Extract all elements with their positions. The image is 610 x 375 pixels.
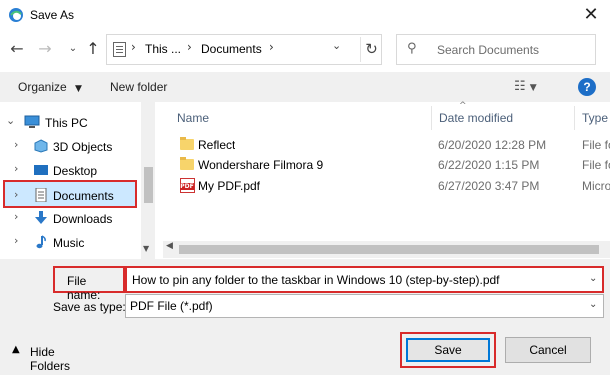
tree-item-desktop[interactable]: › Desktop xyxy=(0,158,155,182)
scroll-left-icon[interactable]: ◀ xyxy=(166,241,173,251)
tree-label: Music xyxy=(53,236,85,250)
back-arrow-icon[interactable]: ← xyxy=(6,36,28,62)
breadcrumb-chevron-icon[interactable]: › xyxy=(269,40,274,54)
title-bar: Save As ✕ xyxy=(0,0,610,32)
file-list: ^ Name Date modified Type Reflect 6/20/2… xyxy=(163,101,610,259)
view-options-icon[interactable]: ☷ ▼ xyxy=(514,79,537,94)
nav-pane-scroll-thumb[interactable] xyxy=(144,167,153,203)
file-name-value: How to pin any folder to the taskbar in … xyxy=(132,273,500,287)
command-bar: Organize ▼ New folder ☷ ▼ ? xyxy=(0,72,610,102)
window-title: Save As xyxy=(30,8,75,22)
scroll-down-icon[interactable]: ▼ xyxy=(143,244,149,253)
new-folder-button[interactable]: New folder xyxy=(110,80,167,94)
chevron-down-icon[interactable]: ⌄ xyxy=(6,114,15,127)
file-name: Reflect xyxy=(198,138,236,152)
chevron-right-icon[interactable]: › xyxy=(14,210,18,223)
file-date: 6/22/2020 1:15 PM xyxy=(438,158,540,172)
chevron-right-icon[interactable]: › xyxy=(14,138,18,151)
file-date: 6/27/2020 3:47 PM xyxy=(438,179,540,193)
folder-icon xyxy=(180,137,194,150)
organize-label: Organize xyxy=(18,80,67,94)
sort-ascending-icon: ^ xyxy=(459,101,467,111)
tree-item-downloads[interactable]: › Downloads xyxy=(0,206,155,230)
cancel-button[interactable]: Cancel xyxy=(505,337,591,363)
search-input[interactable]: ⚲ Search Documents xyxy=(396,34,596,65)
navigation-pane: ⌄ This PC › 3D Objects › Desktop › Docum… xyxy=(0,102,155,259)
file-date: 6/20/2020 12:28 PM xyxy=(438,138,547,152)
address-bar[interactable]: › This ... › Documents › ⌄ ↻ xyxy=(106,34,382,65)
file-name: My PDF.pdf xyxy=(198,179,261,193)
download-icon xyxy=(35,211,47,224)
tree-label: This PC xyxy=(45,116,88,130)
column-divider[interactable] xyxy=(574,106,575,130)
chevron-down-icon[interactable]: ⌄ xyxy=(589,299,597,310)
tree-item-3d-objects[interactable]: › 3D Objects xyxy=(0,134,155,158)
cube-icon xyxy=(34,139,48,153)
horizontal-scroll-thumb[interactable] xyxy=(179,245,599,254)
tree-label: Downloads xyxy=(53,212,113,226)
file-type: File fo xyxy=(582,138,610,152)
recent-locations-chevron-icon[interactable]: ⌄ xyxy=(62,36,84,62)
help-icon[interactable]: ? xyxy=(578,78,596,96)
save-button[interactable]: Save xyxy=(406,338,490,362)
tree-item-this-pc[interactable]: ⌄ This PC xyxy=(0,110,155,134)
chevron-right-icon[interactable]: › xyxy=(14,162,18,175)
folder-icon xyxy=(180,157,194,170)
search-icon: ⚲ xyxy=(407,41,417,56)
breadcrumb-this-pc[interactable]: This ... xyxy=(145,42,181,56)
chevron-right-icon[interactable]: › xyxy=(14,234,18,247)
documents-icon xyxy=(35,188,47,202)
breadcrumb-chevron-icon[interactable]: › xyxy=(131,40,136,54)
organize-button[interactable]: Organize ▼ xyxy=(18,80,82,94)
tree-label: Documents xyxy=(53,189,114,203)
chevron-right-icon[interactable]: › xyxy=(14,188,18,201)
tree-item-documents[interactable]: › Documents xyxy=(3,180,137,208)
breadcrumb-chevron-icon[interactable]: › xyxy=(187,40,192,54)
tree-label: 3D Objects xyxy=(53,140,113,154)
file-type: File fo xyxy=(582,158,610,172)
column-header-date-modified[interactable]: Date modified xyxy=(439,111,513,125)
documents-location-icon xyxy=(113,42,126,57)
refresh-icon[interactable]: ↻ xyxy=(360,37,382,62)
column-header-type[interactable]: Type xyxy=(582,111,608,125)
file-row[interactable]: Wondershare Filmora 9 6/22/2020 1:15 PM … xyxy=(163,155,610,175)
save-as-type-value: PDF File (*.pdf) xyxy=(130,299,213,313)
close-icon[interactable]: ✕ xyxy=(576,2,606,28)
tree-item-music[interactable]: › Music xyxy=(0,230,155,254)
file-name-input[interactable]: How to pin any folder to the taskbar in … xyxy=(125,266,604,293)
file-type: Micro xyxy=(582,179,610,193)
file-row[interactable]: PDF My PDF.pdf 6/27/2020 3:47 PM Micro xyxy=(163,176,610,196)
pc-icon xyxy=(24,115,40,128)
chevron-down-icon[interactable]: ⌄ xyxy=(589,273,597,284)
chevron-down-icon: ▼ xyxy=(75,84,82,94)
column-header-name[interactable]: Name xyxy=(177,111,209,125)
save-as-type-select[interactable]: PDF File (*.pdf) ⌄ xyxy=(125,294,604,318)
file-row[interactable]: Reflect 6/20/2020 12:28 PM File fo xyxy=(163,135,610,155)
music-icon xyxy=(36,235,46,249)
edge-app-icon xyxy=(9,8,23,22)
pdf-icon: PDF xyxy=(180,178,195,193)
save-as-type-label: Save as type: xyxy=(53,300,126,314)
search-placeholder: Search Documents xyxy=(437,43,540,57)
tree-label: Desktop xyxy=(53,164,98,178)
breadcrumb-documents[interactable]: Documents xyxy=(201,42,262,56)
up-arrow-icon[interactable]: ↑ xyxy=(82,36,104,62)
file-name-label: File name: xyxy=(53,266,125,302)
desktop-icon xyxy=(34,165,48,175)
column-divider[interactable] xyxy=(431,106,432,130)
hide-folders-label: Hide Folders xyxy=(30,345,71,373)
forward-arrow-icon[interactable]: → xyxy=(34,36,56,62)
chevron-up-icon: ▲ xyxy=(12,344,20,355)
file-name: Wondershare Filmora 9 xyxy=(198,158,324,172)
address-dropdown-icon[interactable]: ⌄ xyxy=(332,39,341,52)
